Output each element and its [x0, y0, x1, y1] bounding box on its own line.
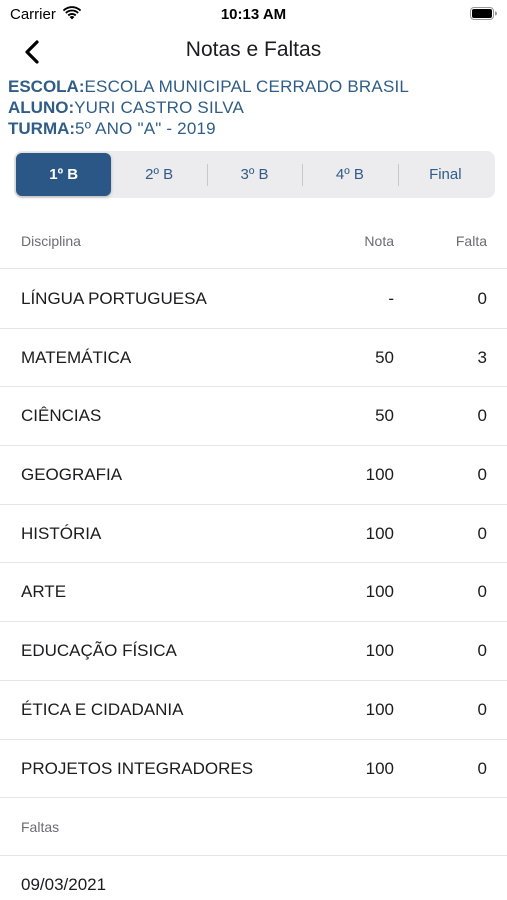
table-row: EDUCAÇÃO FÍSICA 100 0 [0, 622, 507, 681]
nota-cell: - [388, 289, 394, 308]
falta-cell: 0 [477, 523, 487, 543]
header-falta: Falta [455, 233, 487, 249]
disciplina-cell: EDUCAÇÃO FÍSICA [21, 641, 177, 661]
disciplina-cell: PROJETOS INTEGRADORES [21, 758, 254, 778]
table-row: LÍNGUA PORTUGUESA - 0 [0, 270, 507, 329]
segment-1b[interactable]: 1º B [16, 153, 112, 196]
aluno-value: YURI CASTRO SILVA [74, 98, 245, 117]
grades-table: LÍNGUA PORTUGUESA - 0 MATEMÁTICA 50 3 CIÊNCIAS… [0, 270, 507, 799]
faltas-section-header: Faltas [0, 798, 507, 856]
status-bar: Carrier 10:13 AM [0, 0, 507, 30]
header-disciplina: Disciplina [21, 233, 81, 249]
falta-date: 09/03/2021 [21, 875, 107, 894]
disciplina-cell: CIÊNCIAS [21, 406, 102, 426]
disciplina-cell: ÉTICA E CIDADANIA [21, 699, 184, 719]
falta-cell: 0 [477, 699, 487, 719]
table-row: ÉTICA E CIDADANIA 100 0 [0, 681, 507, 740]
segment-3b[interactable]: 3º B [206, 153, 302, 196]
disciplina-cell: MATEMÁTICA [21, 347, 132, 367]
turma-label: TURMA: [8, 119, 76, 138]
faltas-header-label: Faltas [21, 819, 60, 835]
disciplina-cell: HISTÓRIA [21, 523, 102, 543]
segment-4b[interactable]: 4º B [302, 153, 397, 196]
nota-cell: 100 [365, 641, 394, 661]
escola-label: ESCOLA: [8, 77, 85, 96]
table-row: PROJETOS INTEGRADORES 100 0 [0, 740, 507, 799]
bimestre-segmented-control: 1º B 2º B 3º B 4º B Final [14, 151, 495, 198]
navigation-bar: Notas e Faltas [0, 30, 507, 72]
table-row: ARTE 100 0 [0, 563, 507, 623]
disciplina-cell: GEOGRAFIA [21, 465, 123, 485]
aluno-label: ALUNO: [8, 98, 75, 117]
falta-cell: 0 [477, 289, 487, 308]
student-info: ESCOLA:ESCOLA MUNICIPAL CERRADO BRASIL A… [8, 76, 503, 139]
nota-cell: 100 [365, 699, 394, 719]
escola-row: ESCOLA:ESCOLA MUNICIPAL CERRADO BRASIL [8, 76, 503, 97]
nota-cell: 100 [365, 465, 394, 485]
falta-cell: 0 [477, 582, 487, 602]
falta-cell: 0 [477, 641, 487, 661]
aluno-row: ALUNO:YURI CASTRO SILVA [8, 97, 503, 118]
grades-table-header: Disciplina Nota Falta [0, 212, 507, 269]
table-row: CIÊNCIAS 50 0 [0, 387, 507, 447]
table-row: GEOGRAFIA 100 0 [0, 446, 507, 505]
escola-value: ESCOLA MUNICIPAL CERRADO BRASIL [84, 77, 410, 96]
table-row: HISTÓRIA 100 0 [0, 505, 507, 564]
nota-cell: 100 [365, 758, 394, 778]
nota-cell: 50 [375, 347, 394, 367]
disciplina-cell: ARTE [21, 582, 67, 602]
segment-final[interactable]: Final [397, 153, 493, 196]
table-row: MATEMÁTICA 50 3 [0, 329, 507, 388]
disciplina-cell: LÍNGUA PORTUGUESA [21, 289, 207, 308]
turma-row: TURMA:5º ANO "A" - 2019 [8, 118, 503, 139]
nota-cell: 50 [375, 406, 394, 426]
header-nota: Nota [364, 233, 394, 249]
page-title: Notas e Faltas [185, 38, 322, 61]
falta-cell: 3 [477, 347, 487, 367]
turma-value: 5º ANO "A" - 2019 [75, 119, 216, 138]
nota-cell: 100 [365, 582, 394, 602]
nota-cell: 100 [365, 523, 394, 543]
status-time: 10:13 AM [220, 6, 287, 23]
battery-icon [470, 7, 497, 20]
segment-2b[interactable]: 2º B [111, 153, 206, 196]
falta-cell: 0 [477, 758, 487, 778]
falta-cell: 0 [477, 465, 487, 485]
falta-cell: 0 [477, 406, 487, 426]
